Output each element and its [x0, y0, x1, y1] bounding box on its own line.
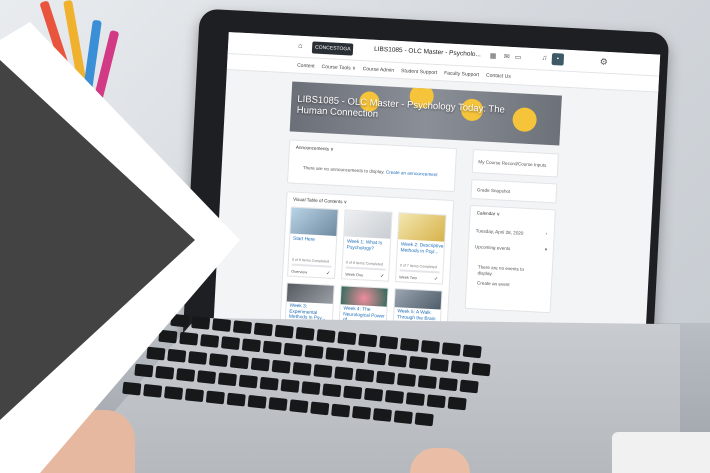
home-icon[interactable]: ⌂	[298, 43, 303, 50]
tile-title[interactable]: Week 2: Descriptive Methods in Psyl...	[400, 242, 445, 255]
chevron-right-icon[interactable]: ›	[546, 231, 548, 236]
mail-icon[interactable]: ✉	[504, 52, 510, 60]
subnav-course-tools[interactable]: Course Tools ∨	[321, 64, 355, 72]
tile-overview: Week Two	[399, 275, 417, 281]
course-record-link[interactable]: My Course Record/Course Inputs	[478, 159, 546, 168]
no-events-text: There are no events to display.	[477, 264, 525, 277]
tile-image	[340, 286, 388, 307]
upcoming-events[interactable]: Upcoming events	[475, 244, 511, 251]
course-banner: LIBS1085 - OLC Master - Psychology Today…	[289, 81, 562, 146]
tile-title[interactable]: Week 1: What Is Psychology?	[347, 240, 392, 253]
avatar[interactable]: •	[551, 53, 565, 66]
calendar-widget: Calendar ∨ Tuesday, April 28, 2020 › Upc…	[464, 204, 556, 314]
calendar-header[interactable]: Calendar ∨	[476, 210, 501, 217]
announcements-header[interactable]: Announcements ∨	[296, 145, 334, 153]
tile-progress-text: 0 of 8 Items Completed	[345, 260, 384, 267]
chevron-down-icon[interactable]: ▾	[545, 247, 548, 253]
chat-icon[interactable]: ▭	[515, 53, 522, 61]
tile-overview: Overview	[291, 269, 308, 275]
tile-progress-bar	[399, 269, 440, 274]
check-icon: ✓	[379, 273, 385, 280]
grid-icon[interactable]: ▦	[490, 52, 497, 60]
subnav-contact-us[interactable]: Contact Us	[486, 73, 511, 80]
subnav-student-support[interactable]: Student Support	[401, 68, 437, 76]
brand-logo[interactable]: CONCESTOGA	[311, 41, 354, 56]
tile-progress-text: 0 of 8 Items Completed	[291, 257, 330, 264]
subnav-course-admin[interactable]: Course Admin	[363, 66, 395, 74]
course-title[interactable]: LIBS1085 - OLC Master - Psycholo...	[374, 46, 481, 59]
check-icon: ✓	[433, 276, 439, 283]
announcements-empty-text: There are no announcements to display.	[302, 165, 385, 175]
toc-tile[interactable]: Week 1: What Is Psychology? 0 of 8 Items…	[341, 209, 393, 282]
tile-progress-text: 0 of 7 Items Completed	[399, 263, 438, 270]
chevron-overlay	[0, 22, 240, 473]
mug	[612, 432, 710, 473]
bell-icon[interactable]: ♫	[542, 54, 548, 61]
toc-tile[interactable]: Week 3: Experimental Methods in Psy...	[284, 282, 335, 325]
course-record-widget: My Course Record/Course Inputs	[471, 149, 559, 178]
tile-image	[290, 207, 338, 236]
subnav-content[interactable]: Content	[297, 63, 315, 70]
tile-image	[398, 213, 446, 242]
tile-image	[286, 283, 334, 304]
toc-tile[interactable]: Week 2: Descriptive Methods in Psyl... 0…	[394, 212, 447, 285]
tile-progress-bar	[291, 263, 332, 268]
announcements-widget: Announcements ∨ There are no announcemen…	[286, 139, 458, 193]
grades-link[interactable]: Grade Snapshot	[477, 187, 511, 194]
tile-image	[344, 210, 392, 239]
tile-title[interactable]: Week 5: A Walk Through the Brain	[397, 309, 442, 322]
tile-progress-bar	[345, 266, 386, 271]
create-event-link[interactable]: Create an event	[477, 280, 510, 287]
tile-title[interactable]: Start Here	[293, 237, 337, 245]
subnav-faculty-support[interactable]: Faculty Support	[444, 70, 479, 78]
calendar-date: Tuesday, April 28, 2020	[475, 228, 524, 236]
check-icon: ✓	[325, 270, 331, 277]
tile-overview: Week One	[345, 272, 364, 278]
toc-tile[interactable]: Start Here 0 of 8 Items Completed Overvi…	[287, 206, 339, 279]
create-announcement-link[interactable]: Create an announcement	[386, 169, 438, 177]
toc-header[interactable]: Visual Table of Contents ∨	[293, 197, 347, 206]
gear-icon[interactable]: ⚙	[599, 57, 608, 68]
tile-image	[394, 289, 442, 310]
grades-widget: Grade Snapshot	[470, 178, 558, 204]
